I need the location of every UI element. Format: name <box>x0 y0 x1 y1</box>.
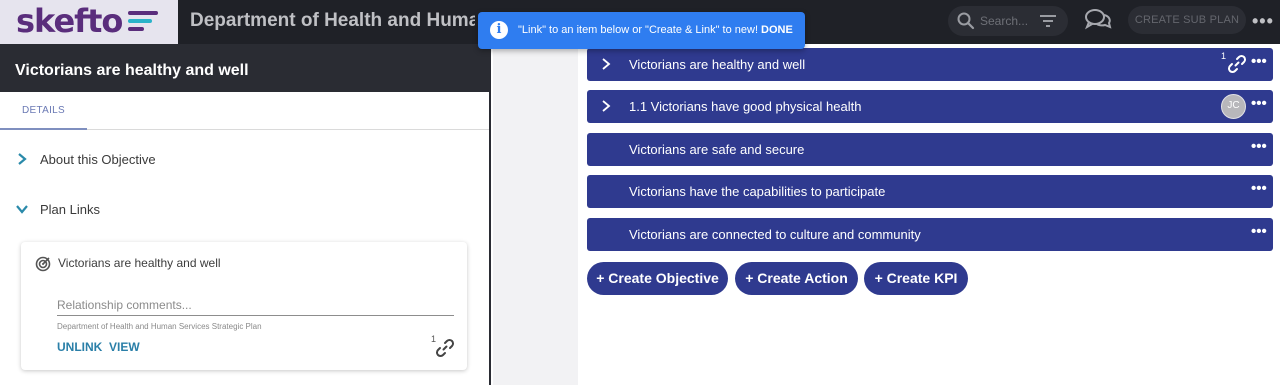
section-label: About this Objective <box>40 152 156 167</box>
item-label: Victorians are connected to culture and … <box>629 227 921 242</box>
objective-target-icon <box>35 256 51 272</box>
done-button[interactable]: DONE <box>761 24 793 36</box>
more-icon[interactable]: ••• <box>1251 53 1267 71</box>
plan-title: Department of Health and Human Services … <box>190 10 475 31</box>
create-sub-plan-button[interactable]: CREATE SUB PLAN <box>1128 6 1246 34</box>
relationship-comments-input[interactable] <box>57 294 454 316</box>
list-item-objective[interactable]: 1.1 Victorians have good physical health… <box>587 90 1273 123</box>
canvas-gutter <box>493 44 578 385</box>
logo-text: skefto <box>16 2 123 40</box>
chevron-right-icon <box>18 153 27 165</box>
more-icon[interactable]: ••• <box>1251 138 1267 156</box>
section-about-objective[interactable]: About this Objective <box>0 140 489 180</box>
avatar[interactable]: JC <box>1221 94 1246 119</box>
list-item-objective[interactable]: Victorians are safe and secure ••• <box>587 133 1273 166</box>
create-action-button[interactable]: + Create Action <box>735 262 858 295</box>
panel-title: Victorians are healthy and well <box>15 62 249 79</box>
item-label: 1.1 Victorians have good physical health <box>629 99 862 114</box>
section-label: Plan Links <box>40 202 100 217</box>
item-label: Victorians have the capabilities to part… <box>629 184 886 199</box>
create-objective-button[interactable]: + Create Objective <box>587 262 728 295</box>
filter-icon[interactable] <box>1039 14 1057 28</box>
search-icon <box>957 12 975 30</box>
search-input[interactable]: Search... <box>980 14 1028 28</box>
tab-bar: DETAILS <box>0 92 489 130</box>
toast-message: "Link" to an item below or "Create & Lin… <box>518 24 759 36</box>
more-icon[interactable]: ••• <box>1251 223 1267 241</box>
list-item-objective[interactable]: Victorians have the capabilities to part… <box>587 175 1273 208</box>
chevron-down-icon <box>16 205 28 214</box>
list-item-objective[interactable]: Victorians are connected to culture and … <box>587 218 1273 251</box>
tab-details[interactable]: DETAILS <box>0 92 87 130</box>
more-icon[interactable]: ••• <box>1251 95 1267 113</box>
search-box[interactable]: Search... <box>948 6 1068 36</box>
link-instruction-toast: i "Link" to an item below or "Create & L… <box>478 12 805 49</box>
more-icon[interactable]: ••• <box>1251 180 1267 198</box>
panel-header: Victorians are healthy and well <box>0 44 489 92</box>
plan-link-card: Victorians are healthy and well Departme… <box>21 242 467 370</box>
more-icon[interactable]: ••• <box>1252 12 1274 30</box>
linked-plan-name: Department of Health and Human Services … <box>57 322 262 331</box>
chevron-right-icon[interactable] <box>599 57 613 71</box>
create-kpi-button[interactable]: + Create KPI <box>864 262 968 295</box>
logo[interactable]: skefto <box>0 0 178 44</box>
linked-item-title: Victorians are healthy and well <box>58 256 221 270</box>
section-plan-links[interactable]: Plan Links <box>0 190 489 230</box>
unlink-button[interactable]: UNLINK <box>57 340 102 354</box>
list-item-objective[interactable]: Victorians are healthy and well 1 ••• <box>587 48 1273 81</box>
link-icon[interactable] <box>435 338 455 358</box>
logo-lines-icon <box>128 11 158 33</box>
item-label: Victorians are healthy and well <box>629 57 806 72</box>
chevron-right-icon[interactable] <box>599 99 613 113</box>
item-label: Victorians are safe and secure <box>629 142 805 157</box>
link-count: 1 <box>1221 51 1227 61</box>
view-button[interactable]: VIEW <box>109 340 140 354</box>
info-icon: i <box>490 21 508 39</box>
details-panel: Victorians are healthy and well DETAILS … <box>0 44 491 385</box>
link-icon[interactable] <box>1227 54 1247 74</box>
chat-icon[interactable] <box>1084 8 1112 32</box>
